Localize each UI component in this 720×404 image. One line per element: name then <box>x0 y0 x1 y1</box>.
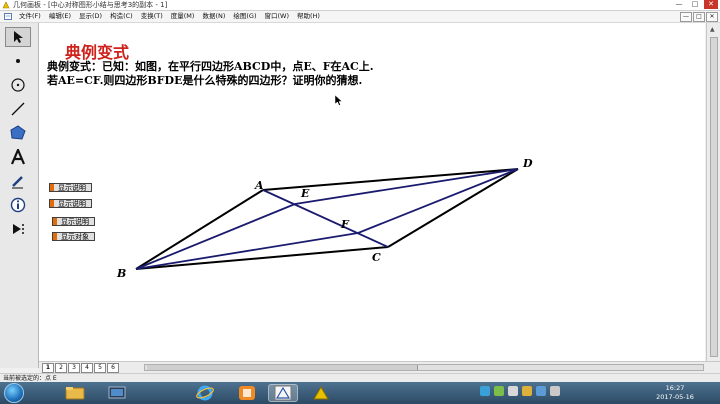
doc-minimize-button[interactable]: — <box>680 12 692 22</box>
menu-help[interactable]: 帮助(H) <box>297 11 320 22</box>
tray-security-icon[interactable] <box>494 386 504 396</box>
geometry-icon <box>313 386 329 400</box>
page-tab-1[interactable]: 1 <box>42 363 54 373</box>
taskbar: 16:27 2017-05-16 <box>0 382 720 404</box>
segment-fb[interactable] <box>135 232 359 270</box>
custom-tools[interactable] <box>5 219 31 239</box>
vertical-scroll-thumb[interactable] <box>710 37 718 357</box>
point-icon <box>16 59 20 63</box>
arrow-select-tool[interactable] <box>5 27 31 47</box>
sketchpad-icon <box>274 385 292 401</box>
sketchpad-app-icon <box>2 1 10 9</box>
pencil-icon <box>12 176 23 189</box>
text-tool[interactable] <box>5 147 31 167</box>
maximize-button[interactable]: □ <box>688 0 702 9</box>
clock-date: 2017-05-16 <box>656 393 694 401</box>
segment-df[interactable] <box>357 168 519 234</box>
menu-file[interactable]: 文件(F) <box>19 11 41 22</box>
horizontal-scrollbar[interactable] <box>144 364 704 371</box>
segment-ed[interactable] <box>294 168 519 205</box>
page-tab-4[interactable]: 4 <box>81 363 93 373</box>
page-tab-5[interactable]: 5 <box>94 363 106 373</box>
scroll-up-icon[interactable]: ▲ <box>710 26 715 33</box>
tray-flag-icon[interactable] <box>550 386 560 396</box>
info-icon <box>10 197 26 213</box>
menu-display[interactable]: 显示(D) <box>79 11 102 22</box>
label-e: E <box>300 187 310 200</box>
marker-tool[interactable] <box>5 171 31 191</box>
menu-edit[interactable]: 编辑(E) <box>49 11 71 22</box>
taskbar-file-explorer[interactable] <box>60 384 90 402</box>
label-c: C <box>372 251 381 264</box>
close-button[interactable]: ✕ <box>704 0 718 9</box>
arrow-icon <box>14 31 23 43</box>
menu-measure[interactable]: 度量(M) <box>171 11 195 22</box>
minimize-button[interactable]: — <box>672 0 686 9</box>
segment-ab[interactable] <box>135 189 264 270</box>
segment-cd[interactable] <box>387 168 519 248</box>
file-explorer-icon <box>65 387 85 400</box>
line-icon <box>11 102 25 116</box>
app-window: 几何画板 - [中心对称图形小结与思考3的副本 - 1] — □ ✕ 文件(F)… <box>0 0 720 383</box>
window-title: 几何画板 - [中心对称图形小结与思考3的副本 - 1] <box>13 1 168 9</box>
mouse-cursor-icon <box>334 94 343 106</box>
toolbox <box>0 23 39 368</box>
start-button[interactable] <box>4 383 24 403</box>
taskbar-geometry[interactable] <box>306 384 336 402</box>
taskbar-internet-explorer[interactable] <box>190 384 220 402</box>
label-b: B <box>116 267 126 280</box>
window-controls: — □ ✕ <box>672 0 718 10</box>
label-f: F <box>340 218 350 231</box>
taskbar-app-orange[interactable] <box>232 384 262 402</box>
text-a-icon <box>10 149 26 165</box>
menu-data[interactable]: 数据(N) <box>202 11 225 22</box>
system-tray <box>480 386 560 396</box>
tray-input-icon[interactable] <box>536 386 546 396</box>
menu-bar: 文件(F) 编辑(E) 显示(D) 构造(C) 变换(T) 度量(M) 数据(N… <box>0 11 720 23</box>
geometry-diagram: A B C D E F <box>116 94 533 280</box>
doc-close-button[interactable]: ✕ <box>706 12 718 22</box>
point-tool[interactable] <box>5 51 31 71</box>
play-tool-icon <box>13 224 24 234</box>
clock-time: 16:27 <box>665 384 685 392</box>
tray-network-icon[interactable] <box>480 386 490 396</box>
page-tabs: 1 2 3 4 5 6 <box>42 363 120 373</box>
vertical-scrollbar[interactable]: ▲ <box>706 23 720 361</box>
label-a: A <box>254 179 264 192</box>
page-tab-2[interactable]: 2 <box>55 363 67 373</box>
information-tool[interactable] <box>5 195 31 215</box>
straightedge-tool[interactable] <box>5 99 31 119</box>
media-player-icon <box>108 386 126 399</box>
ie-icon <box>196 385 214 401</box>
taskbar-clock[interactable]: 16:27 2017-05-16 <box>640 384 710 402</box>
horizontal-scroll-thumb[interactable] <box>147 365 418 370</box>
page-tab-3[interactable]: 3 <box>68 363 80 373</box>
taskbar-sketchpad[interactable] <box>268 384 298 402</box>
polygon-icon <box>10 125 26 140</box>
sketch-canvas[interactable]: 典例变式 典例变式：已知：如图，在平行四边形ABCD中，点E、F在AC上. 若A… <box>39 23 705 361</box>
menu-window[interactable]: 窗口(W) <box>264 11 289 22</box>
page-bar: 1 2 3 4 5 6 <box>39 361 720 373</box>
menu-graph[interactable]: 绘图(G) <box>233 11 256 22</box>
circle-icon <box>11 78 25 92</box>
tray-app-icon[interactable] <box>522 386 532 396</box>
doc-restore-button[interactable]: □ <box>693 12 705 22</box>
taskbar-media-player[interactable] <box>102 384 132 402</box>
compass-tool[interactable] <box>5 75 31 95</box>
menu-transform[interactable]: 变换(T) <box>141 11 163 22</box>
segment-be[interactable] <box>135 203 296 270</box>
tray-volume-icon[interactable] <box>508 386 518 396</box>
app-orange-icon <box>239 386 255 400</box>
document-icon <box>4 13 12 20</box>
document-controls: — □ ✕ <box>680 12 718 22</box>
segment-bc[interactable] <box>135 246 389 270</box>
page-tab-6[interactable]: 6 <box>107 363 119 373</box>
polygon-tool[interactable] <box>5 123 31 143</box>
label-d: D <box>522 157 533 170</box>
title-bar: 几何画板 - [中心对称图形小结与思考3的副本 - 1] — □ ✕ <box>0 0 720 11</box>
menu-construct[interactable]: 构造(C) <box>110 11 133 22</box>
